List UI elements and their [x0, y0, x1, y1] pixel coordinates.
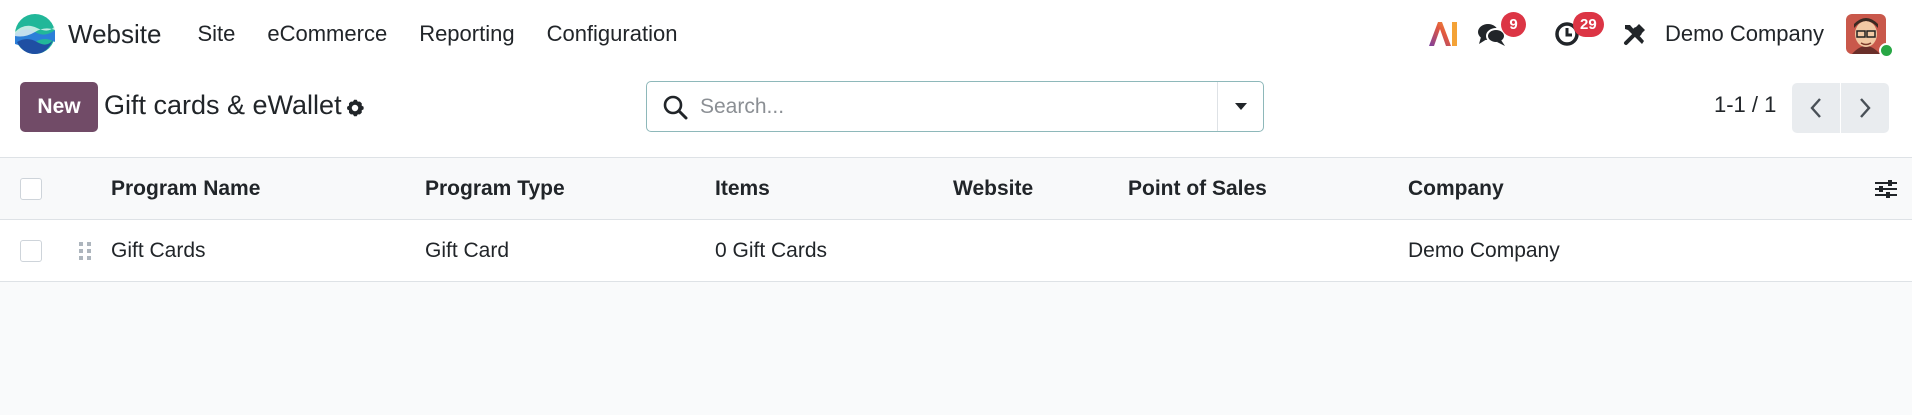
- pager-next-button[interactable]: [1841, 83, 1889, 133]
- activities-count-badge: 29: [1573, 12, 1604, 37]
- pager-value[interactable]: 1-1 / 1: [1714, 92, 1776, 118]
- control-panel: New Gift cards & eWallet 1-1 / 1: [0, 68, 1912, 158]
- ai-icon: [1429, 22, 1458, 46]
- app-name: Website: [68, 18, 162, 49]
- search-input[interactable]: [700, 94, 1200, 119]
- top-navbar: Website Site eCommerce Reporting Configu…: [0, 0, 1912, 68]
- drag-handle-icon[interactable]: [78, 241, 92, 261]
- systray: 9 29 Demo Company: [1417, 0, 1912, 68]
- column-header-company[interactable]: Company: [1408, 158, 1504, 220]
- website-app-icon: [15, 14, 55, 54]
- user-avatar[interactable]: [1846, 14, 1894, 58]
- table-header: Program Name Program Type Items Website …: [0, 158, 1912, 220]
- search-icon: [663, 95, 688, 119]
- search-bar: [646, 81, 1264, 132]
- table-row[interactable]: Gift Cards Gift Card 0 Gift Cards Demo C…: [0, 220, 1912, 282]
- messages-button[interactable]: 9: [1473, 0, 1539, 68]
- search-options-toggle[interactable]: [1217, 82, 1263, 131]
- activities-button[interactable]: 29: [1539, 0, 1615, 68]
- online-status-dot: [1879, 43, 1894, 58]
- new-button[interactable]: New: [20, 82, 98, 132]
- column-header-point-of-sales[interactable]: Point of Sales: [1128, 158, 1267, 220]
- gear-icon[interactable]: [344, 97, 366, 119]
- debug-tools-button[interactable]: [1615, 0, 1655, 68]
- pager-previous-button[interactable]: [1792, 83, 1840, 133]
- cell-items: 0 Gift Cards: [715, 239, 828, 262]
- app-brand[interactable]: Website: [15, 0, 161, 68]
- menu-item-site[interactable]: Site: [181, 0, 251, 68]
- select-all-checkbox[interactable]: [20, 178, 42, 200]
- chevron-left-icon: [1810, 98, 1821, 118]
- column-header-website[interactable]: Website: [953, 158, 1033, 220]
- messages-count-badge: 9: [1501, 12, 1527, 37]
- company-switcher[interactable]: Demo Company: [1665, 21, 1824, 47]
- row-select-checkbox[interactable]: [20, 240, 42, 262]
- main-menu: Site eCommerce Reporting Configuration: [181, 0, 693, 68]
- caret-down-icon: [1234, 102, 1247, 110]
- menu-item-configuration[interactable]: Configuration: [531, 0, 694, 68]
- menu-item-ecommerce[interactable]: eCommerce: [251, 0, 403, 68]
- ai-button[interactable]: [1417, 0, 1469, 68]
- list-table: Program Name Program Type Items Website …: [0, 158, 1912, 282]
- page-title: Gift cards & eWallet: [104, 90, 342, 120]
- chevron-right-icon: [1860, 98, 1871, 118]
- cell-program-type: Gift Card: [425, 239, 510, 262]
- tools-icon: [1624, 24, 1646, 45]
- column-header-program-name[interactable]: Program Name: [111, 158, 260, 220]
- column-header-items[interactable]: Items: [715, 158, 770, 220]
- menu-item-reporting[interactable]: Reporting: [403, 0, 530, 68]
- column-header-program-type[interactable]: Program Type: [425, 158, 565, 220]
- optional-columns-sliders-icon[interactable]: [1874, 178, 1898, 200]
- cell-program-name: Gift Cards: [111, 239, 206, 262]
- cell-company: Demo Company: [1408, 239, 1560, 262]
